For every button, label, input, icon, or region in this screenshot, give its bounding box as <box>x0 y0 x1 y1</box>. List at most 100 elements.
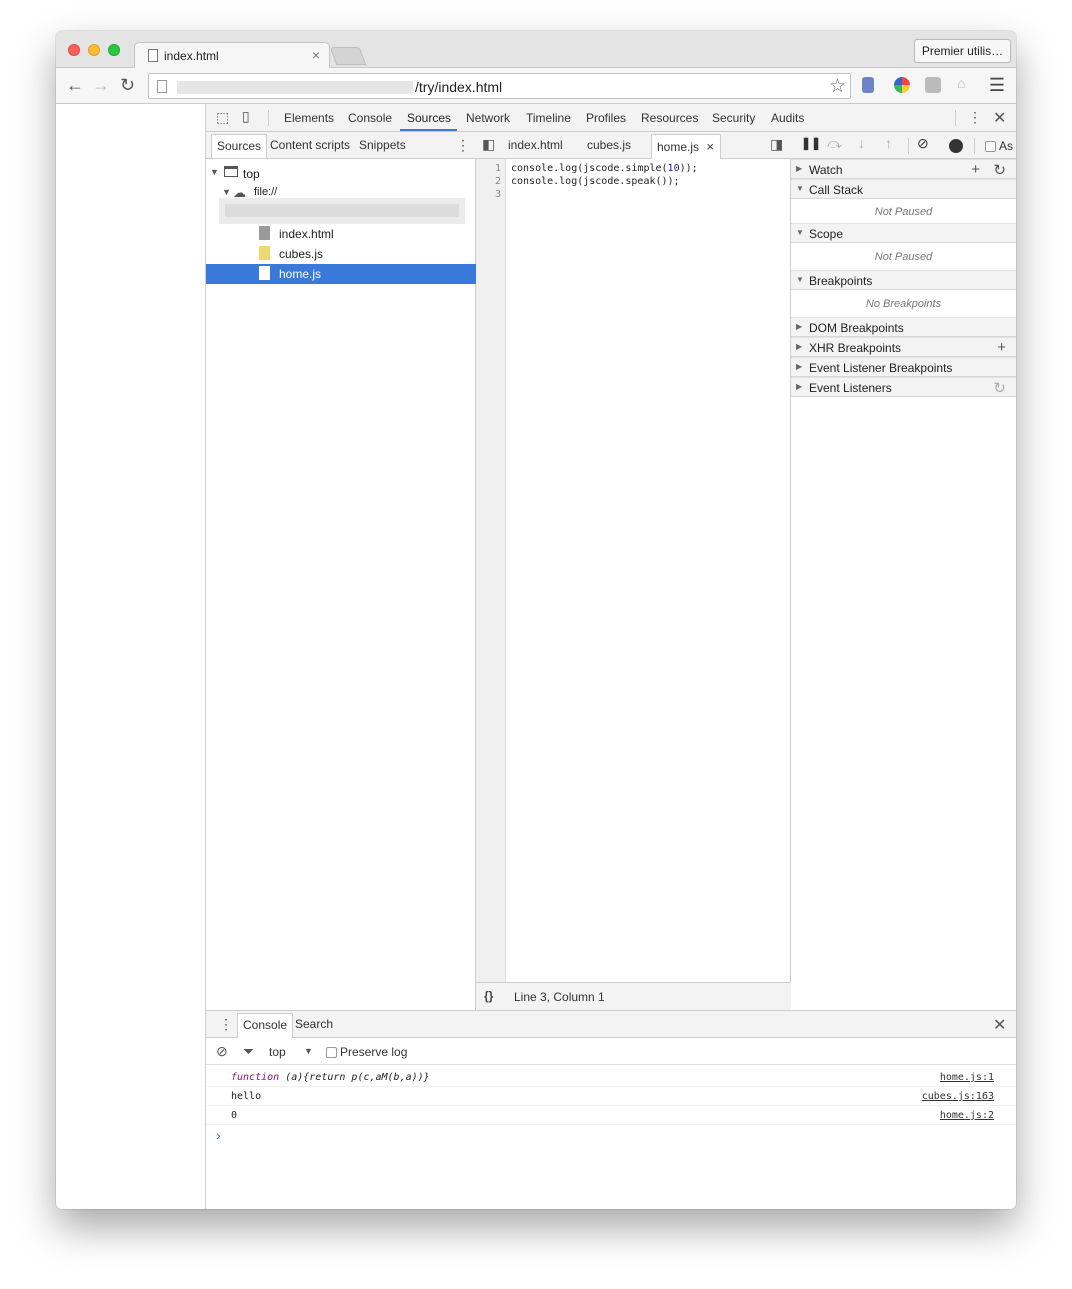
event-listener-breakpoints-pane-header[interactable]: ▶ Event Listener Breakpoints <box>791 357 1016 377</box>
tab-resources[interactable]: Resources <box>641 111 698 125</box>
bookmark-star-icon[interactable]: ☆ <box>829 75 846 98</box>
clear-console-icon[interactable]: ⊘ <box>216 1043 228 1060</box>
async-checkbox[interactable] <box>985 141 996 152</box>
message-source-link[interactable]: home.js:2 <box>940 1110 994 1121</box>
editor-tab[interactable]: index.html <box>508 138 563 152</box>
console-message[interactable]: function (a){return p(c,aM(b,a))} home.j… <box>206 1068 1016 1087</box>
pause-icon[interactable]: ❚❚ <box>801 136 821 150</box>
zoom-window-button[interactable] <box>108 44 120 56</box>
tab-audits[interactable]: Audits <box>771 111 804 125</box>
call-stack-pane-header[interactable]: ▼ Call Stack <box>791 179 1016 199</box>
tree-item-file[interactable]: index.html <box>206 224 476 244</box>
navigator-tab-snippets[interactable]: Snippets <box>359 138 406 152</box>
navigator-tab-content-scripts[interactable]: Content scripts <box>270 138 350 152</box>
drawer-tab-console[interactable]: Console <box>237 1013 294 1038</box>
breakpoints-pane-header[interactable]: ▼ Breakpoints <box>791 270 1016 290</box>
tab-elements[interactable]: Elements <box>284 111 334 125</box>
address-bar[interactable]: /try/index.html ☆ <box>148 73 851 99</box>
tree-item-file-selected[interactable]: home.js <box>206 264 476 284</box>
collapsed-arrow-icon: ▶ <box>796 342 803 351</box>
toggle-debugger-icon[interactable]: ◨ <box>770 136 783 153</box>
dom-breakpoints-pane-header[interactable]: ▶ DOM Breakpoints <box>791 317 1016 337</box>
collapsed-arrow-icon: ▶ <box>796 382 803 391</box>
tree-item-top[interactable]: ▼ top <box>206 164 476 184</box>
toggle-navigator-icon[interactable]: ◧ <box>482 136 495 153</box>
console-message[interactable]: hello cubes.js:163 <box>206 1087 1016 1106</box>
refresh-watch-icon[interactable]: ↻ <box>993 161 1006 179</box>
pause-on-exceptions-icon[interactable] <box>949 139 963 153</box>
tab-security[interactable]: Security <box>712 111 755 125</box>
close-devtools-icon[interactable]: ✕ <box>993 108 1006 128</box>
context-selector[interactable]: top <box>269 1045 286 1059</box>
message-source-link[interactable]: home.js:1 <box>940 1072 994 1083</box>
profile-button[interactable]: Premier utilis… <box>914 39 1011 63</box>
tree-item-origin[interactable]: ▼ ☁ file:// <box>206 184 476 198</box>
inspect-element-icon[interactable]: ⬚ <box>216 109 229 126</box>
tree-label-file: cubes.js <box>279 247 324 261</box>
chrome-menu-icon[interactable]: ☰ <box>989 75 1005 96</box>
preserve-log-checkbox[interactable] <box>326 1047 337 1058</box>
tab-timeline[interactable]: Timeline <box>526 111 571 125</box>
message-source-link[interactable]: cubes.js:163 <box>922 1091 994 1102</box>
add-xhr-breakpoint-icon[interactable]: + <box>997 339 1006 356</box>
extension-home-icon[interactable]: ⌂ <box>957 75 973 91</box>
editor-tab-close-icon[interactable]: × <box>706 139 714 154</box>
line-gutter[interactable]: 1 2 3 <box>476 159 506 982</box>
editor-tab[interactable]: cubes.js <box>587 138 631 152</box>
add-watch-icon[interactable]: + <box>971 161 980 178</box>
context-dropdown-icon[interactable]: ▼ <box>304 1046 313 1056</box>
scope-pane-header[interactable]: ▼ Scope <box>791 223 1016 243</box>
browser-tab[interactable]: index.html × <box>134 42 330 69</box>
extension-gray-icon[interactable] <box>925 77 941 93</box>
navigator-tab-sources[interactable]: Sources <box>211 134 268 158</box>
collapsed-arrow-icon: ▶ <box>796 164 803 173</box>
minimize-window-button[interactable] <box>88 44 100 56</box>
cloud-icon: ☁ <box>233 185 246 198</box>
drawer-tabbar: ⋮ Console Search ✕ <box>206 1011 1016 1038</box>
breakpoints-title: Breakpoints <box>809 274 873 288</box>
tab-profiles[interactable]: Profiles <box>586 111 626 125</box>
reload-icon[interactable]: ↻ <box>120 75 135 96</box>
drawer-tab-search[interactable]: Search <box>295 1017 333 1031</box>
console-prompt[interactable]: › <box>206 1126 1016 1146</box>
device-mode-icon[interactable]: ▯ <box>242 108 250 125</box>
tab-console[interactable]: Console <box>348 111 392 125</box>
new-tab-button[interactable] <box>329 47 367 65</box>
editor-tab-active[interactable]: home.js × <box>651 134 721 159</box>
refresh-listeners-icon[interactable]: ↻ <box>993 379 1006 397</box>
console-message[interactable]: 0 home.js:2 <box>206 1106 1016 1125</box>
code-line[interactable]: console.log(jscode.simple(10)); <box>511 163 698 174</box>
tree-item-file[interactable]: cubes.js <box>206 244 476 264</box>
navigator-tabbar: Sources Content scripts Snippets ⋮ <box>206 132 476 159</box>
collapsed-arrow-icon: ▶ <box>796 362 803 371</box>
step-into-icon[interactable]: ↓ <box>858 135 865 151</box>
xhr-breakpoints-pane-header[interactable]: ▶ XHR Breakpoints + <box>791 337 1016 357</box>
code-line[interactable]: console.log(jscode.speak()); <box>511 176 680 187</box>
forward-icon[interactable]: → <box>92 75 110 96</box>
line-number[interactable]: 1 <box>495 163 501 174</box>
extension-color-icon[interactable] <box>894 77 910 93</box>
watch-pane-header[interactable]: ▶ Watch + ↻ <box>791 159 1016 179</box>
drawer-menu-icon[interactable]: ⋮ <box>219 1016 233 1033</box>
close-window-button[interactable] <box>68 44 80 56</box>
collapsed-arrow-icon: ▶ <box>796 322 803 331</box>
step-over-icon[interactable]: ⤼ <box>827 135 842 152</box>
call-stack-status: Not Paused <box>874 206 933 218</box>
step-out-icon[interactable]: ↑ <box>885 135 892 151</box>
event-listeners-pane-header[interactable]: ▶ Event Listeners ↻ <box>791 377 1016 397</box>
extension-shield-icon[interactable] <box>862 77 874 93</box>
more-options-icon[interactable]: ⋮ <box>968 109 982 126</box>
deactivate-breakpoints-icon[interactable]: ⊘ <box>917 135 929 152</box>
tab-sources[interactable]: Sources <box>407 111 451 125</box>
line-number[interactable]: 3 <box>495 189 501 200</box>
navigator-menu-icon[interactable]: ⋮ <box>456 137 470 154</box>
tab-network[interactable]: Network <box>466 111 510 125</box>
title-bar: index.html × Premier utilis… <box>56 31 1016 69</box>
filter-icon[interactable]: ⏷ <box>243 1043 254 1060</box>
back-icon[interactable]: ← <box>66 75 84 96</box>
active-tab-indicator <box>400 129 457 131</box>
tab-close-icon[interactable]: × <box>312 47 320 63</box>
pretty-print-button[interactable]: {} <box>484 989 493 1003</box>
line-number[interactable]: 2 <box>495 176 501 187</box>
close-drawer-icon[interactable]: ✕ <box>993 1015 1006 1035</box>
